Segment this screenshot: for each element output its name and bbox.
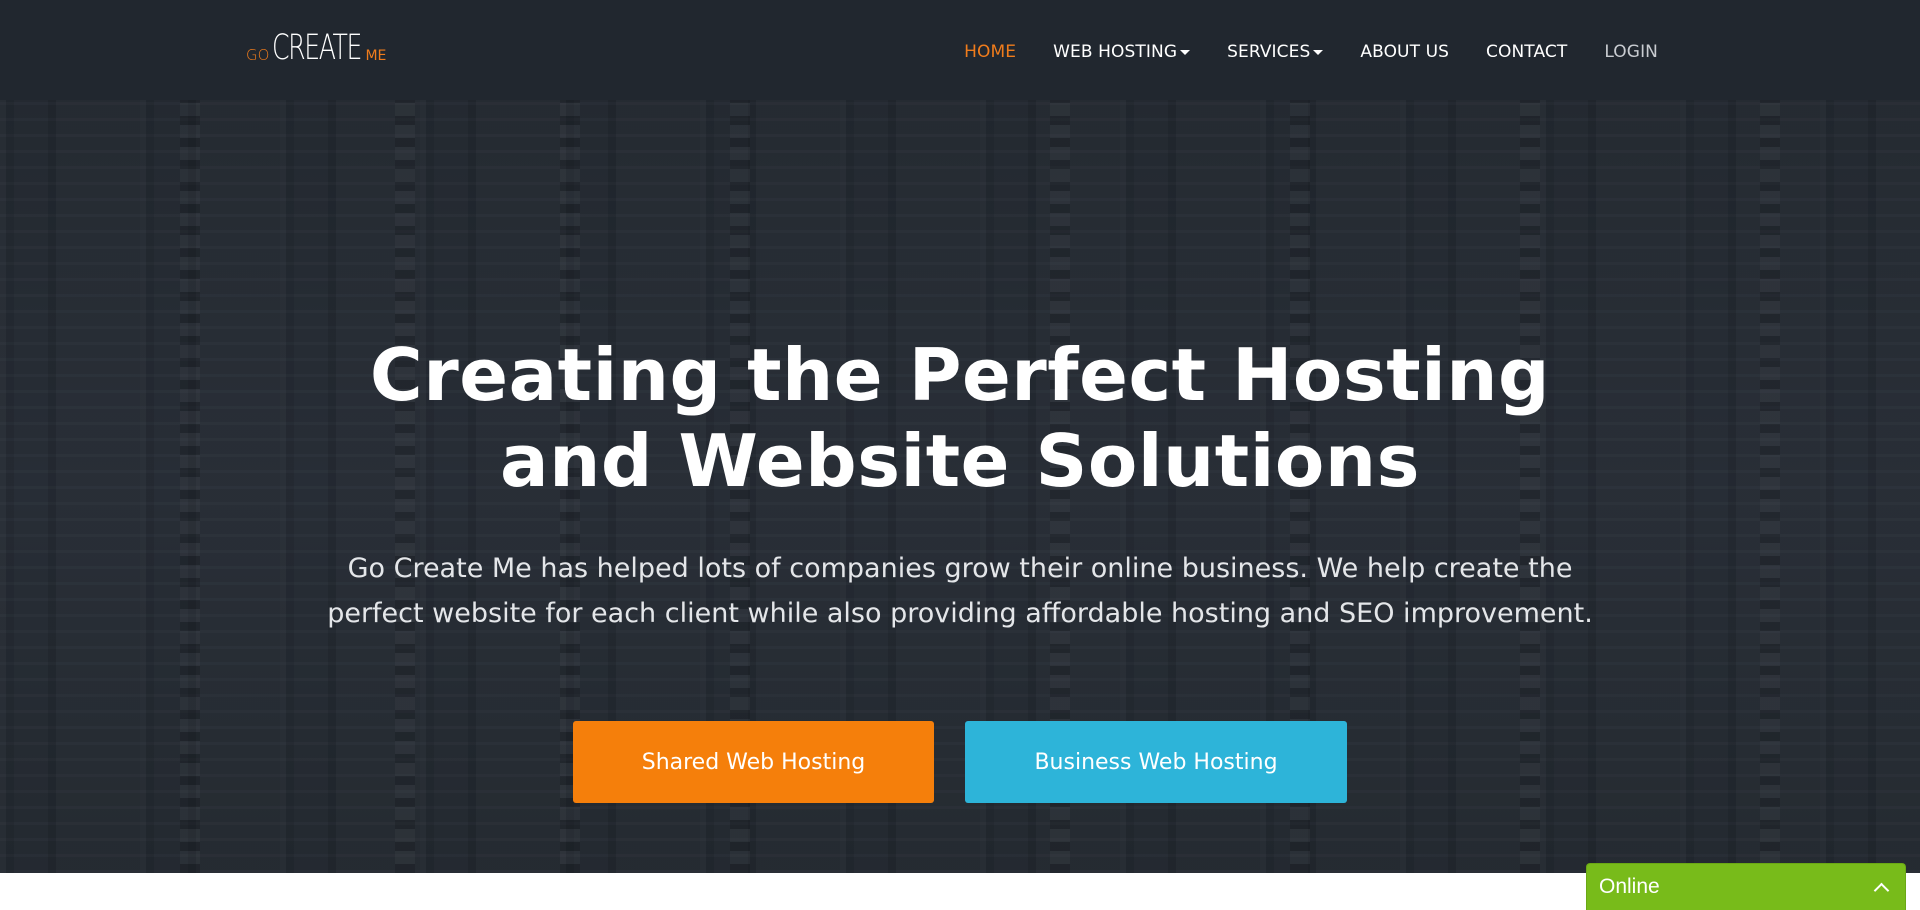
chat-status-label: Online: [1599, 875, 1660, 898]
logo-go-text: GO: [246, 46, 270, 64]
hero-title-line2: and Website Solutions: [500, 419, 1420, 503]
nav-item-home[interactable]: HOME: [964, 42, 1016, 62]
main-nav: HOME WEB HOSTING SERVICES ABOUT US CONTA…: [927, 42, 1658, 62]
caret-down-icon: [1313, 49, 1324, 55]
hero-title-line1: Creating the Perfect Hosting: [369, 333, 1551, 417]
site-logo[interactable]: GO CREATE ME: [246, 26, 386, 66]
hero-title: Creating the Perfect Hosting and Website…: [0, 332, 1920, 504]
nav-item-about-us-label: ABOUT US: [1360, 42, 1450, 62]
nav-item-web-hosting-label: WEB HOSTING: [1053, 42, 1178, 62]
nav-item-services-label: SERVICES: [1227, 42, 1311, 62]
hero-subtitle: Go Create Me has helped lots of companie…: [327, 553, 1593, 629]
nav-item-about-us[interactable]: ABOUT US: [1360, 42, 1449, 62]
nav-item-web-hosting[interactable]: WEB HOSTING: [1053, 42, 1191, 62]
nav-item-contact[interactable]: CONTACT: [1486, 42, 1567, 62]
logo-me-text: ME: [365, 48, 387, 64]
logo-create-text: CREATE: [272, 28, 362, 68]
chevron-up-icon[interactable]: [1873, 882, 1890, 899]
nav-item-services[interactable]: SERVICES: [1227, 42, 1324, 62]
live-chat-widget[interactable]: Online: [1586, 863, 1906, 910]
nav-item-login-label: LOGIN: [1604, 42, 1658, 62]
nav-item-home-label: HOME: [964, 42, 1017, 62]
business-web-hosting-button[interactable]: Business Web Hosting: [965, 721, 1347, 803]
nav-item-contact-label: CONTACT: [1486, 42, 1568, 62]
top-navbar: GO CREATE ME HOME WEB HOSTING SERVICES A…: [0, 0, 1920, 100]
shared-web-hosting-button[interactable]: Shared Web Hosting: [573, 721, 934, 803]
nav-item-login[interactable]: LOGIN: [1604, 42, 1658, 62]
caret-down-icon: [1180, 49, 1191, 55]
